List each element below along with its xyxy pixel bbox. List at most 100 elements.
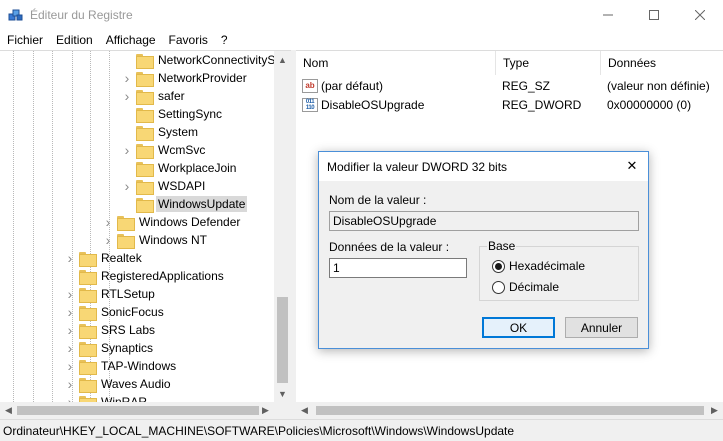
scroll-left-icon[interactable]: ◀: [296, 402, 313, 419]
tree-hscroll-thumb[interactable]: [17, 406, 259, 415]
title-bar: Éditeur du Registre: [0, 0, 723, 30]
chevron-right-icon[interactable]: ›: [122, 141, 132, 159]
folder-icon: [136, 107, 154, 123]
folder-icon: [117, 215, 135, 231]
folder-icon: [136, 161, 154, 177]
list-header: Nom Type Données: [296, 51, 723, 75]
column-header-data[interactable]: Données: [601, 51, 723, 75]
scroll-left-icon[interactable]: ◀: [0, 402, 17, 419]
folder-icon: [136, 143, 154, 159]
chevron-right-icon[interactable]: ›: [103, 213, 113, 231]
menu-edition[interactable]: Edition: [49, 33, 99, 47]
chevron-right-icon[interactable]: ›: [65, 285, 75, 303]
folder-icon: [79, 305, 97, 321]
tree-item[interactable]: › WcmSvc: [122, 141, 207, 159]
radio-hexadecimal-label: Hexadécimale: [509, 259, 586, 273]
menu-help[interactable]: ?: [214, 33, 234, 47]
chevron-right-icon[interactable]: ›: [65, 249, 75, 267]
tree-item[interactable]: › SRS Labs: [65, 321, 157, 339]
tree-vscroll-thumb[interactable]: [277, 297, 288, 383]
tree-item[interactable]: NetworkConnectivityS: [122, 51, 274, 69]
tree-item[interactable]: › WSDAPI: [122, 177, 207, 195]
scroll-up-icon[interactable]: ▲: [274, 51, 291, 68]
tree-item-label: Synaptics: [101, 341, 154, 355]
chevron-right-icon[interactable]: ›: [122, 87, 132, 105]
dialog-body: Nom de la valeur : Données de la valeur …: [319, 181, 648, 348]
chevron-right-icon[interactable]: ›: [65, 321, 75, 339]
tree-guide-line: [33, 51, 34, 402]
maximize-button[interactable]: [631, 0, 677, 30]
chevron-right-icon[interactable]: ›: [122, 69, 132, 87]
tree-item[interactable]: › Synaptics: [65, 339, 155, 357]
column-header-name[interactable]: Nom: [296, 51, 496, 75]
radio-hexadecimal[interactable]: Hexadécimale: [492, 257, 585, 275]
close-window-button[interactable]: [677, 0, 723, 30]
ok-button[interactable]: OK: [482, 317, 555, 338]
chevron-right-icon[interactable]: ›: [65, 375, 75, 393]
tree-item[interactable]: › Realtek: [65, 249, 144, 267]
tree-item[interactable]: › TAP-Windows: [65, 357, 178, 375]
tree-horizontal-scrollbar[interactable]: ◀ ▶: [0, 402, 291, 419]
tree-item[interactable]: RegisteredApplications: [65, 267, 226, 285]
maximize-icon: [649, 10, 659, 20]
tree-item-label: Windows Defender: [139, 215, 241, 229]
tree-item[interactable]: › NetworkProvider: [122, 69, 249, 87]
menu-affichage[interactable]: Affichage: [99, 33, 162, 47]
value-data: (valeur non définie): [607, 79, 710, 93]
tree-item[interactable]: › safer: [122, 87, 187, 105]
folder-icon: [136, 89, 154, 105]
list-hscroll-thumb[interactable]: [316, 406, 704, 415]
tree-item[interactable]: › Windows Defender: [103, 213, 242, 231]
tree-item-label: RegisteredApplications: [101, 269, 224, 283]
chevron-right-icon[interactable]: ›: [103, 231, 113, 249]
value-data-field[interactable]: [329, 258, 467, 278]
menu-favoris[interactable]: Favoris: [162, 33, 214, 47]
tree-item[interactable]: › RTLSetup: [65, 285, 157, 303]
list-item[interactable]: ab (par défaut) REG_SZ (valeur non défin…: [296, 77, 723, 95]
dialog-title: Modifier la valeur DWORD 32 bits: [327, 160, 508, 174]
chevron-right-icon[interactable]: ›: [65, 339, 75, 357]
minimize-icon: [603, 14, 613, 16]
binary-value-icon: 011 110: [302, 98, 318, 112]
status-bar-path: Ordinateur\HKEY_LOCAL_MACHINE\SOFTWARE\P…: [0, 419, 723, 441]
tree-item[interactable]: System: [122, 123, 200, 141]
radio-decimal[interactable]: Décimale: [492, 278, 559, 296]
list-horizontal-scrollbar[interactable]: ◀ ▶: [296, 402, 723, 419]
tree-item[interactable]: › Waves Audio: [65, 375, 173, 393]
scroll-down-icon[interactable]: ▼: [274, 385, 291, 402]
tree-vertical-scrollbar[interactable]: ▲ ▼: [274, 51, 291, 402]
tree-item[interactable]: WorkplaceJoin: [122, 159, 238, 177]
cancel-button[interactable]: Annuler: [565, 317, 638, 338]
tree-item[interactable]: › Windows NT: [103, 231, 209, 249]
registry-tree-pane[interactable]: NetworkConnectivityS › NetworkProvider › saf…: [0, 50, 291, 419]
folder-icon: [79, 377, 97, 393]
tree-item-label: WindowsUpdate: [156, 196, 248, 212]
folder-icon: [136, 53, 154, 69]
value-name-field[interactable]: [329, 211, 639, 231]
list-item[interactable]: 011 110 DisableOSUpgrade REG_DWORD 0x000…: [296, 96, 723, 114]
tree-item[interactable]: SettingSync: [122, 105, 224, 123]
scroll-right-icon[interactable]: ▶: [257, 402, 274, 419]
radio-unchecked-icon: [492, 280, 505, 294]
chevron-right-icon[interactable]: ›: [65, 303, 75, 321]
tree-item-label: WcmSvc: [158, 143, 206, 157]
scroll-right-icon[interactable]: ▶: [706, 402, 723, 419]
value-data-label: Données de la valeur :: [329, 240, 450, 254]
tree-item[interactable]: › WinRAR: [65, 393, 149, 402]
menu-fichier[interactable]: Fichier: [0, 33, 49, 47]
tree-item[interactable]: › SonicFocus: [65, 303, 166, 321]
column-header-type[interactable]: Type: [496, 51, 601, 75]
chevron-right-icon[interactable]: ›: [65, 393, 75, 402]
close-icon: ✕: [626, 158, 638, 173]
tree-item-label: NetworkProvider: [158, 71, 247, 85]
chevron-right-icon[interactable]: ›: [65, 357, 75, 375]
tree-item-label: WinRAR: [101, 395, 148, 402]
minimize-button[interactable]: [585, 0, 631, 30]
chevron-right-icon[interactable]: ›: [122, 177, 132, 195]
dialog-close-button[interactable]: ✕: [619, 155, 645, 177]
tree-item-label: RTLSetup: [101, 287, 155, 301]
tree-item[interactable]: WindowsUpdate: [122, 195, 248, 213]
